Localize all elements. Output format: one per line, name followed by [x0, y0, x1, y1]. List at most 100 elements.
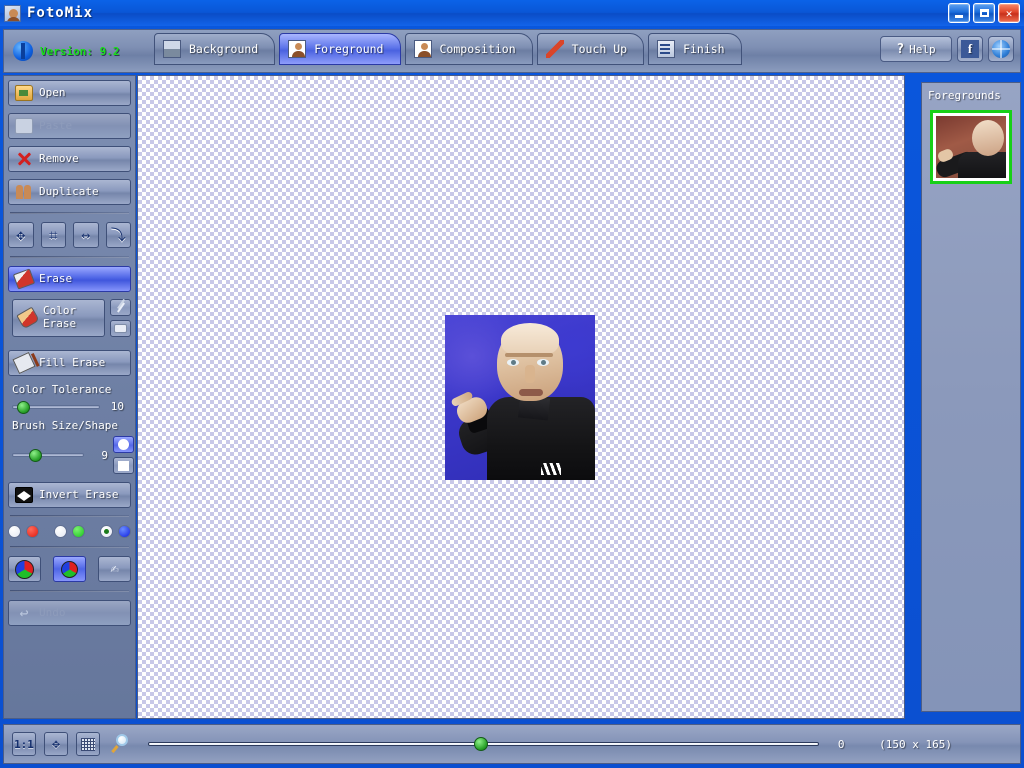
tab-touch-up-label: Touch Up: [571, 42, 628, 56]
color-wheel-small-icon[interactable]: [53, 556, 86, 582]
radio-white-3-selected[interactable]: [100, 525, 113, 538]
brush-size-knob[interactable]: [29, 449, 42, 462]
divider: [10, 515, 129, 517]
fit-to-window-button[interactable]: ✥: [44, 732, 68, 756]
color-tolerance-value: 10: [110, 400, 124, 413]
thumbnail-body: [958, 152, 1006, 178]
radio-group-red: [8, 525, 39, 538]
image-dimensions: (150 x 165): [879, 737, 952, 751]
color-tolerance-knob[interactable]: [17, 400, 30, 414]
color-erase-tool-button[interactable]: Color Erase: [12, 299, 105, 337]
color-wheel-icon: [61, 560, 78, 578]
flip-horizontal-tool[interactable]: ↔: [73, 222, 99, 248]
magnifier-icon: [111, 734, 134, 754]
actual-size-label: 1:1: [14, 737, 34, 751]
square-icon: [118, 460, 129, 471]
paste-button[interactable]: Paste: [8, 113, 131, 139]
foreground-canvas[interactable]: [137, 75, 905, 719]
brush-size-slider[interactable]: [12, 449, 84, 462]
website-button[interactable]: [988, 36, 1014, 62]
round-brush-shape[interactable]: [113, 436, 134, 453]
remove-button[interactable]: Remove: [8, 146, 131, 172]
tab-touch-up[interactable]: Touch Up: [536, 33, 645, 65]
foregrounds-panel-title: Foregrounds: [928, 89, 1001, 102]
duplicate-button-label: Duplicate: [39, 184, 99, 198]
eyedropper-button[interactable]: [110, 299, 131, 316]
square-brush-shape[interactable]: [113, 457, 134, 474]
color-tolerance-label: Color Tolerance: [12, 383, 112, 396]
question-mark-icon: ?: [896, 41, 905, 57]
undo-button-label: Undo: [39, 605, 66, 619]
close-button[interactable]: ✕: [998, 3, 1020, 23]
help-button-label: Help: [909, 42, 936, 56]
paint-bucket-icon: [12, 351, 36, 375]
photo-scalp: [501, 323, 559, 357]
fotomix-logo-icon: [13, 41, 33, 61]
actual-size-button[interactable]: 1:1: [12, 732, 36, 756]
rotate-tool[interactable]: ⤵: [105, 222, 131, 248]
help-button[interactable]: ? Help: [880, 36, 952, 62]
duplicate-button[interactable]: Duplicate: [8, 179, 131, 205]
toggle-grid-button[interactable]: [76, 732, 100, 756]
color-erase-options: [110, 299, 131, 337]
zoom-slider-knob[interactable]: [473, 737, 488, 751]
color-erase-tool-label: Color Erase: [43, 304, 77, 330]
divider: [10, 256, 129, 258]
open-button[interactable]: Open: [8, 80, 131, 106]
color-tolerance-slider[interactable]: [12, 400, 100, 414]
move-tool[interactable]: ✥: [8, 222, 34, 248]
radio-red[interactable]: [26, 525, 39, 538]
tab-foreground[interactable]: Foreground: [279, 33, 401, 65]
photo-shirt-logo: [541, 463, 561, 475]
eraser-icon: [12, 268, 36, 290]
radio-white-1[interactable]: [8, 525, 21, 538]
photo-mouth: [519, 389, 543, 396]
crop-tool[interactable]: ⌗: [40, 222, 66, 248]
open-button-label: Open: [39, 85, 66, 99]
undo-button[interactable]: ↩ Undo: [8, 600, 131, 626]
maximize-button[interactable]: [973, 3, 995, 23]
globe-icon: [992, 40, 1010, 58]
fit-icon: ✥: [52, 736, 60, 752]
invert-erase-button[interactable]: Invert Erase: [8, 482, 131, 508]
paste-icon: [15, 118, 33, 134]
facebook-button[interactable]: f: [957, 36, 983, 62]
person-photo-icon: [288, 40, 307, 58]
radio-blue[interactable]: [118, 525, 131, 538]
window-controls: ✕: [948, 3, 1020, 23]
foregrounds-panel: Foregrounds: [921, 82, 1021, 712]
facebook-icon: f: [961, 40, 979, 58]
radio-green[interactable]: [72, 525, 85, 538]
referee-pointing-photo[interactable]: [445, 315, 595, 480]
zoom-slider[interactable]: [148, 737, 820, 751]
fill-erase-tool-label: Fill Erase: [39, 355, 106, 369]
fill-erase-tool-button[interactable]: Fill Erase: [8, 350, 131, 376]
composite-photo-icon: [413, 40, 432, 58]
smudge-hand-icon[interactable]: ✍: [98, 556, 131, 582]
invert-erase-label: Invert Erase: [39, 487, 119, 501]
tab-finish[interactable]: Finish: [648, 33, 742, 65]
application-window: FotoMix ✕ Version: 9.2 Background Foregr…: [0, 0, 1024, 768]
radio-white-2[interactable]: [54, 525, 67, 538]
color-erase-row: Color Erase: [8, 299, 131, 344]
erase-tool-button[interactable]: Erase: [8, 266, 131, 292]
minimize-button[interactable]: [948, 3, 970, 23]
title-bar: FotoMix ✕: [0, 0, 1024, 26]
photo-brow: [505, 353, 553, 357]
color-wheel-large-icon[interactable]: [8, 556, 41, 582]
brush-row: 9: [8, 436, 134, 474]
foreground-thumbnail[interactable]: [930, 110, 1012, 184]
red-x-icon: [15, 151, 33, 167]
color-radio-row: [8, 525, 131, 538]
divider: [10, 546, 129, 548]
photo-nose: [525, 365, 535, 383]
tab-composition[interactable]: Composition: [404, 33, 533, 65]
photo-left-eye: [507, 359, 519, 366]
color-swatch-button[interactable]: [110, 320, 131, 337]
hand-icon: ✍: [110, 561, 119, 577]
invert-icon: [15, 487, 33, 503]
tab-background[interactable]: Background: [154, 33, 276, 65]
thumbnail-image: [936, 116, 1006, 178]
brush-icon: [545, 40, 564, 58]
brush-size-label: Brush Size/Shape: [12, 419, 118, 432]
